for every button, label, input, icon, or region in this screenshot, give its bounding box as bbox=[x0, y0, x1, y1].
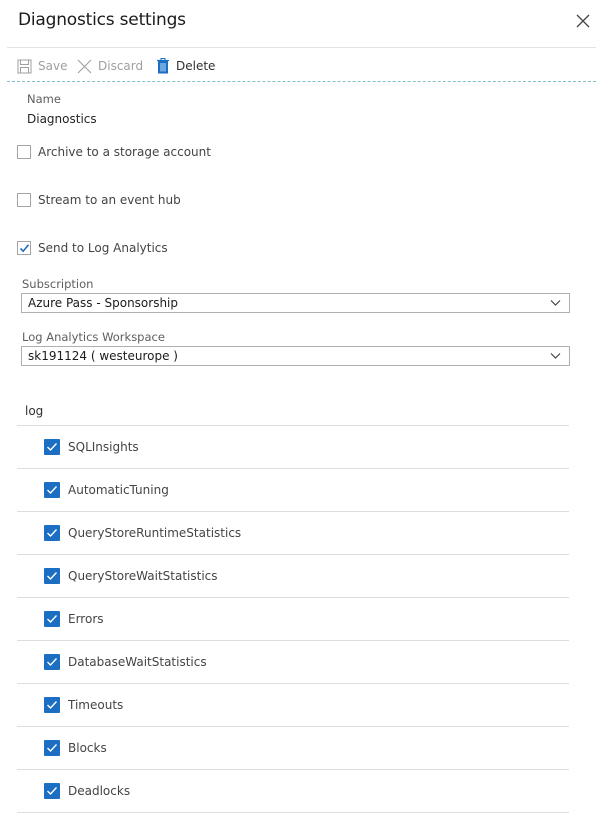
checkmark-icon bbox=[47, 443, 58, 452]
name-value: Diagnostics bbox=[27, 112, 97, 126]
log-category-label: QueryStoreRuntimeStatistics bbox=[68, 526, 242, 540]
send-log-analytics-checkbox[interactable]: Send to Log Analytics bbox=[17, 240, 168, 256]
log-row-divider bbox=[17, 812, 569, 813]
blade-header: Diagnostics settings bbox=[0, 0, 596, 48]
log-row-divider bbox=[17, 640, 569, 641]
stream-event-hub-checkbox[interactable]: Stream to an event hub bbox=[17, 192, 181, 208]
subscription-value: Azure Pass - Sponsorship bbox=[28, 296, 179, 310]
checkmark-icon bbox=[47, 658, 58, 667]
log-row-divider bbox=[17, 726, 569, 727]
archive-storage-label: Archive to a storage account bbox=[38, 145, 211, 159]
subscription-label: Subscription bbox=[22, 277, 94, 291]
page-title: Diagnostics settings bbox=[18, 10, 186, 30]
workspace-dropdown[interactable]: sk191124 ( westeurope ) bbox=[21, 346, 570, 366]
chevron-down-icon bbox=[550, 353, 561, 359]
close-icon bbox=[576, 14, 590, 28]
checkbox-box bbox=[44, 568, 60, 584]
trash-icon bbox=[157, 58, 169, 74]
log-category-checkbox[interactable]: AutomaticTuning bbox=[44, 482, 169, 498]
checkbox-box bbox=[17, 193, 31, 207]
log-category-checkbox[interactable]: QueryStoreWaitStatistics bbox=[44, 568, 218, 584]
checkbox-box bbox=[44, 783, 60, 799]
log-category-label: Timeouts bbox=[68, 698, 124, 712]
checkmark-icon bbox=[47, 529, 58, 538]
delete-button[interactable]: Delete bbox=[156, 58, 215, 74]
log-category-label: DatabaseWaitStatistics bbox=[68, 655, 207, 669]
checkbox-box bbox=[44, 482, 60, 498]
checkmark-icon bbox=[19, 244, 30, 253]
checkmark-icon bbox=[47, 615, 58, 624]
archive-storage-checkbox[interactable]: Archive to a storage account bbox=[17, 144, 211, 160]
log-category-checkbox[interactable]: Deadlocks bbox=[44, 783, 130, 799]
save-label: Save bbox=[38, 59, 68, 73]
discard-label: Discard bbox=[98, 59, 144, 73]
checkbox-box bbox=[44, 697, 60, 713]
log-category-checkbox[interactable]: SQLInsights bbox=[44, 439, 139, 455]
close-button[interactable] bbox=[574, 12, 592, 30]
checkbox-box bbox=[44, 654, 60, 670]
stream-event-hub-label: Stream to an event hub bbox=[38, 193, 181, 207]
subscription-dropdown[interactable]: Azure Pass - Sponsorship bbox=[21, 293, 570, 313]
checkmark-icon bbox=[47, 701, 58, 710]
delete-label: Delete bbox=[176, 59, 216, 73]
chevron-down-icon bbox=[550, 300, 561, 306]
log-category-label: SQLInsights bbox=[68, 440, 139, 454]
workspace-label: Log Analytics Workspace bbox=[22, 330, 165, 344]
discard-icon bbox=[77, 59, 92, 73]
checkmark-icon bbox=[47, 744, 58, 753]
log-category-checkbox[interactable]: Timeouts bbox=[44, 697, 123, 713]
log-row-divider bbox=[17, 468, 569, 469]
discard-button[interactable]: Discard bbox=[77, 58, 143, 74]
log-row-divider bbox=[17, 425, 569, 426]
checkbox-box bbox=[44, 525, 60, 541]
checkmark-icon bbox=[47, 486, 58, 495]
log-category-label: Deadlocks bbox=[68, 784, 131, 798]
save-icon bbox=[17, 59, 32, 73]
checkbox-box bbox=[44, 439, 60, 455]
workspace-value: sk191124 ( westeurope ) bbox=[28, 349, 178, 363]
log-category-label: Errors bbox=[68, 612, 104, 626]
log-row-divider bbox=[17, 511, 569, 512]
log-category-checkbox[interactable]: DatabaseWaitStatistics bbox=[44, 654, 207, 670]
log-row-divider bbox=[17, 554, 569, 555]
name-label: Name bbox=[27, 92, 61, 106]
checkmark-icon bbox=[47, 787, 58, 796]
log-category-checkbox[interactable]: Errors bbox=[44, 611, 104, 627]
log-row-divider bbox=[17, 769, 569, 770]
checkmark-icon bbox=[47, 572, 58, 581]
log-category-checkbox[interactable]: QueryStoreRuntimeStatistics bbox=[44, 525, 241, 541]
save-button[interactable]: Save bbox=[17, 58, 67, 74]
log-row-divider bbox=[17, 683, 569, 684]
log-section-header: log bbox=[25, 404, 44, 418]
toolbar: Save Discard Delete bbox=[0, 48, 596, 82]
checkbox-box bbox=[17, 241, 31, 255]
log-category-label: QueryStoreWaitStatistics bbox=[68, 569, 218, 583]
log-category-label: Blocks bbox=[68, 741, 107, 755]
send-log-analytics-label: Send to Log Analytics bbox=[38, 241, 168, 255]
checkbox-box bbox=[44, 611, 60, 627]
log-category-label: AutomaticTuning bbox=[68, 483, 169, 497]
checkbox-box bbox=[44, 740, 60, 756]
toolbar-divider bbox=[7, 81, 596, 82]
checkbox-box bbox=[17, 145, 31, 159]
log-row-divider bbox=[17, 597, 569, 598]
log-category-checkbox[interactable]: Blocks bbox=[44, 740, 107, 756]
